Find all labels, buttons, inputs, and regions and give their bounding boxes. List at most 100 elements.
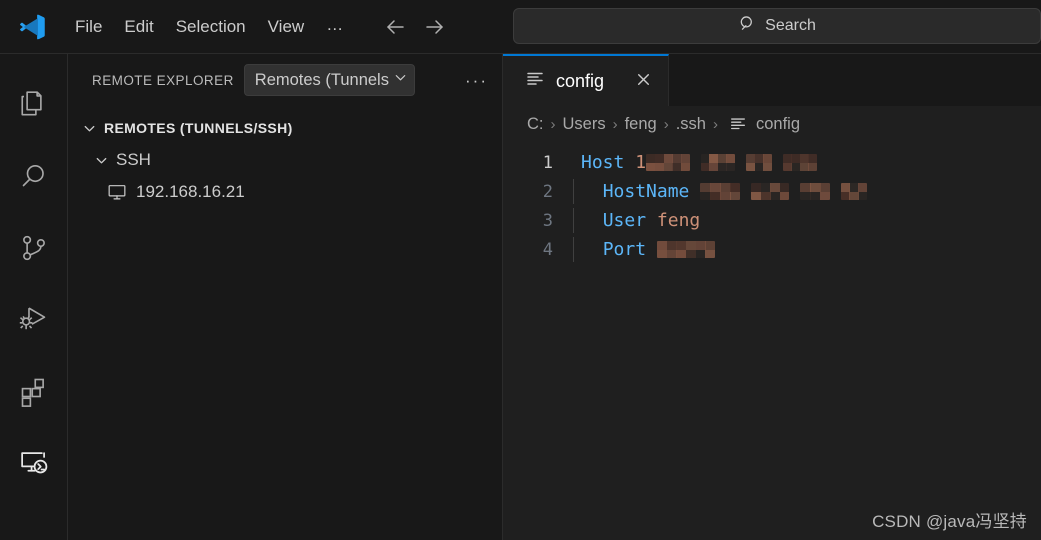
title-bar: File Edit Selection View … Search [0, 0, 1041, 54]
breadcrumb-separator: › [612, 115, 618, 133]
code-line[interactable]: 1 Host 1 [503, 148, 1041, 177]
redacted-text [700, 183, 741, 200]
redacted-text [840, 183, 867, 200]
remotes-dropdown[interactable]: Remotes (Tunnels [243, 64, 415, 96]
tab-config[interactable]: config [503, 54, 670, 106]
navigation-buttons [382, 14, 448, 40]
line-number: 4 [542, 239, 553, 260]
breadcrumb-item-users[interactable]: Users [563, 115, 606, 134]
code-value: feng [656, 210, 701, 231]
line-number: 1 [542, 152, 553, 173]
code-line[interactable]: 4 Port [503, 235, 1041, 264]
run-debug-icon [18, 304, 49, 340]
activity-item-search[interactable] [0, 142, 68, 214]
close-icon[interactable] [635, 71, 652, 91]
activity-bar [0, 54, 68, 540]
code-line-content: Host 1 [573, 152, 817, 173]
sidebar-title: REMOTE EXPLORER [92, 72, 234, 88]
tree-item-label: REMOTES (TUNNELS/SSH) [104, 120, 293, 136]
breadcrumb-separator: › [712, 115, 718, 133]
activity-item-run-and-debug[interactable] [0, 286, 68, 358]
arrow-right-icon[interactable] [422, 14, 448, 40]
chevron-down-icon [393, 70, 408, 90]
text-file-icon [729, 115, 747, 133]
line-number: 3 [542, 210, 553, 231]
code-keyword: Port [602, 239, 647, 260]
activity-item-explorer[interactable] [0, 70, 68, 142]
remote-host-icon [106, 182, 128, 202]
redacted-text [799, 183, 830, 200]
breadcrumb-item-drive[interactable]: C: [527, 115, 544, 134]
chevron-down-icon[interactable] [78, 121, 100, 136]
extensions-icon [19, 377, 49, 412]
activity-item-source-control[interactable] [0, 214, 68, 286]
activity-item-remote-explorer[interactable] [0, 430, 68, 502]
sidebar: REMOTE EXPLORER Remotes (Tunnels ··· REM… [68, 54, 503, 540]
code-keyword: HostName [602, 181, 690, 202]
breadcrumb-separator: › [550, 115, 556, 133]
text-file-icon [525, 69, 545, 94]
code-keyword: Host [581, 152, 625, 173]
menu-edit[interactable]: Edit [113, 12, 164, 41]
tree-item-host-192-168-16-21[interactable]: 192.168.16.21 [68, 176, 502, 208]
sidebar-more-actions-button[interactable]: ··· [461, 72, 492, 89]
redacted-text [646, 154, 691, 171]
breadcrumb-separator: › [663, 115, 669, 133]
code-line[interactable]: 2 HostName [503, 177, 1041, 206]
tree-item-remotes-section[interactable]: REMOTES (TUNNELS/SSH) [68, 112, 502, 144]
breadcrumb: C: › Users › feng › .ssh › config [503, 106, 1041, 142]
redacted-text [656, 241, 715, 258]
menu-view[interactable]: View [257, 12, 316, 41]
activity-item-extensions[interactable] [0, 358, 68, 430]
code-value: 1 [635, 152, 647, 173]
editor-group: config C: › Users › feng › .ssh › config… [503, 54, 1041, 540]
code-line-content: Port [573, 237, 715, 262]
tab-bar-empty-area [669, 54, 1041, 106]
redacted-text [700, 154, 735, 171]
arrow-left-icon[interactable] [382, 14, 408, 40]
redacted-text [751, 183, 790, 200]
menu-selection[interactable]: Selection [165, 12, 257, 41]
tab-bar: config [503, 54, 1041, 106]
breadcrumb-item-ssh[interactable]: .ssh [676, 115, 706, 134]
tree-item-label: SSH [116, 150, 151, 169]
tab-label: config [556, 70, 605, 91]
code-keyword: User [602, 210, 647, 231]
sidebar-header: REMOTE EXPLORER Remotes (Tunnels ··· [68, 54, 502, 106]
vscode-logo-icon [14, 10, 50, 44]
code-line-content: User feng [573, 208, 701, 233]
remotes-tree: REMOTES (TUNNELS/SSH) SSH 192.168.16.21 [68, 106, 502, 208]
breadcrumb-item-config[interactable]: config [756, 115, 800, 134]
workbench-body: REMOTE EXPLORER Remotes (Tunnels ··· REM… [0, 54, 1041, 540]
redacted-text [745, 154, 772, 171]
search-input[interactable]: Search [513, 8, 1041, 44]
main-menu: File Edit Selection View … [64, 12, 356, 41]
menu-file[interactable]: File [64, 12, 113, 41]
code-line-content: HostName [573, 179, 867, 204]
search-placeholder: Search [765, 17, 816, 34]
code-editor[interactable]: 1 Host 1 2 HostName 3 User feng 4 Port [503, 142, 1041, 540]
remote-explorer-icon [18, 448, 49, 484]
files-icon [19, 89, 49, 124]
menu-more[interactable]: … [315, 14, 356, 39]
search-icon [19, 161, 49, 196]
remotes-dropdown-label: Remotes (Tunnels [254, 70, 389, 89]
tree-item-ssh[interactable]: SSH [68, 144, 502, 176]
breadcrumb-item-feng[interactable]: feng [625, 115, 657, 134]
chevron-down-icon[interactable] [90, 153, 112, 168]
vscode-window: File Edit Selection View … Search REMOTE… [0, 0, 1041, 540]
search-icon [738, 14, 757, 38]
line-number: 2 [542, 181, 553, 202]
code-line[interactable]: 3 User feng [503, 206, 1041, 235]
